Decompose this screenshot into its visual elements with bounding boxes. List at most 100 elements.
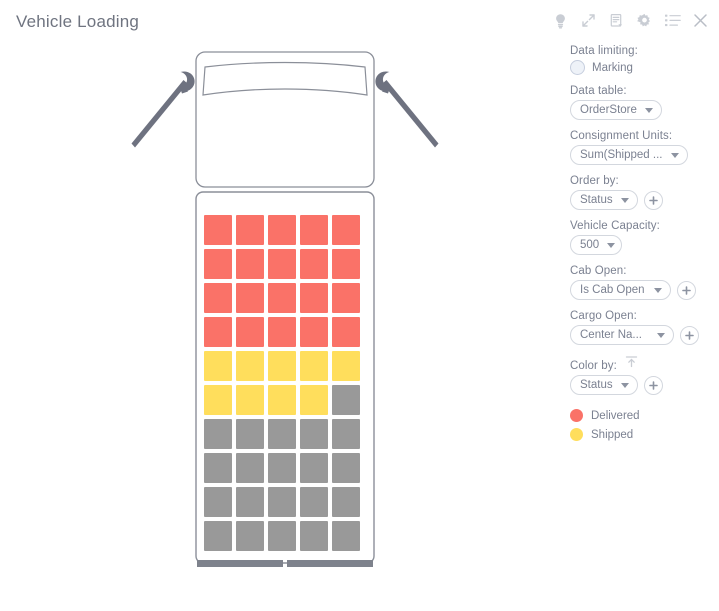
marking-radio-row[interactable]: Marking bbox=[570, 60, 719, 75]
consignment-units-label: Consignment Units: bbox=[570, 130, 673, 142]
cargo-open-group: Cargo Open: Center Na... bbox=[570, 310, 719, 345]
export-icon[interactable] bbox=[608, 12, 625, 29]
cargo-slot[interactable] bbox=[300, 317, 328, 347]
right-mirror-icon bbox=[375, 71, 439, 148]
cargo-open-dropdown[interactable]: Center Na... bbox=[570, 325, 674, 345]
cargo-slot[interactable] bbox=[204, 419, 232, 449]
cargo-slot[interactable] bbox=[268, 453, 296, 483]
cargo-slot[interactable] bbox=[300, 453, 328, 483]
cargo-slot[interactable] bbox=[236, 283, 264, 313]
cargo-open-label: Cargo Open: bbox=[570, 310, 637, 322]
list-icon[interactable] bbox=[664, 12, 681, 29]
cargo-slot[interactable] bbox=[300, 351, 328, 381]
cargo-slot[interactable] bbox=[332, 283, 360, 313]
cargo-slot[interactable] bbox=[300, 249, 328, 279]
cargo-slot[interactable] bbox=[268, 317, 296, 347]
cab-open-group: Cab Open: Is Cab Open bbox=[570, 265, 719, 300]
chevron-down-icon bbox=[657, 332, 665, 338]
cargo-slot[interactable] bbox=[332, 317, 360, 347]
cargo-slot[interactable] bbox=[300, 521, 328, 551]
cargo-slot[interactable] bbox=[236, 419, 264, 449]
cargo-slot[interactable] bbox=[268, 487, 296, 517]
cargo-slot[interactable] bbox=[236, 249, 264, 279]
vehicle-capacity-dropdown[interactable]: 500 bbox=[570, 235, 622, 255]
cargo-slot[interactable] bbox=[204, 215, 232, 245]
gear-icon[interactable] bbox=[636, 12, 653, 29]
legend-label: Shipped bbox=[591, 428, 634, 441]
cargo-slot[interactable] bbox=[300, 419, 328, 449]
cargo-slot[interactable] bbox=[300, 385, 328, 415]
cargo-slot[interactable] bbox=[332, 351, 360, 381]
cargo-slot-grid bbox=[204, 215, 360, 551]
cargo-slot[interactable] bbox=[332, 419, 360, 449]
cargo-slot[interactable] bbox=[268, 419, 296, 449]
cab-open-dropdown[interactable]: Is Cab Open bbox=[570, 280, 671, 300]
cargo-slot[interactable] bbox=[204, 385, 232, 415]
color-legend: Delivered Shipped bbox=[570, 409, 719, 441]
vehicle-capacity-group: Vehicle Capacity: 500 bbox=[570, 220, 719, 255]
vehicle-capacity-label: Vehicle Capacity: bbox=[570, 220, 660, 232]
cargo-slot[interactable] bbox=[268, 351, 296, 381]
add-cab-open-button[interactable] bbox=[677, 280, 696, 300]
chevron-down-icon bbox=[671, 152, 679, 158]
consignment-units-dropdown[interactable]: Sum(Shipped ... bbox=[570, 145, 688, 165]
cargo-slot[interactable] bbox=[300, 215, 328, 245]
cargo-slot[interactable] bbox=[236, 521, 264, 551]
cargo-slot[interactable] bbox=[236, 351, 264, 381]
lightbulb-icon[interactable] bbox=[552, 12, 569, 29]
legend-item[interactable]: Shipped bbox=[570, 428, 719, 441]
order-by-group: Order by: Status bbox=[570, 175, 719, 210]
cargo-slot[interactable] bbox=[204, 283, 232, 313]
order-by-dropdown[interactable]: Status bbox=[570, 190, 638, 210]
legend-label: Delivered bbox=[591, 409, 640, 422]
cargo-slot[interactable] bbox=[204, 487, 232, 517]
add-order-by-button[interactable] bbox=[643, 190, 663, 210]
cargo-slot[interactable] bbox=[268, 215, 296, 245]
color-by-dropdown[interactable]: Status bbox=[570, 375, 638, 395]
cargo-slot[interactable] bbox=[332, 521, 360, 551]
close-icon[interactable] bbox=[692, 12, 709, 29]
cargo-slot[interactable] bbox=[332, 215, 360, 245]
cargo-slot[interactable] bbox=[332, 453, 360, 483]
sort-ascending-icon[interactable] bbox=[625, 355, 638, 371]
cargo-slot[interactable] bbox=[300, 283, 328, 313]
marking-radio-button[interactable] bbox=[570, 60, 585, 75]
cargo-slot[interactable] bbox=[332, 249, 360, 279]
cargo-slot[interactable] bbox=[268, 385, 296, 415]
cargo-slot[interactable] bbox=[204, 351, 232, 381]
cargo-slot[interactable] bbox=[268, 283, 296, 313]
cargo-slot[interactable] bbox=[204, 521, 232, 551]
configuration-panel: Data limiting: Marking Data table: Order… bbox=[570, 45, 719, 447]
cargo-slot[interactable] bbox=[332, 385, 360, 415]
color-by-label: Color by: bbox=[570, 360, 617, 372]
cargo-slot[interactable] bbox=[332, 487, 360, 517]
data-limiting-label: Data limiting: bbox=[570, 45, 638, 57]
data-table-dropdown[interactable]: OrderStore bbox=[570, 100, 662, 120]
legend-color-swatch bbox=[570, 428, 583, 441]
cargo-slot[interactable] bbox=[236, 385, 264, 415]
add-cargo-open-button[interactable] bbox=[680, 325, 699, 345]
cargo-slot[interactable] bbox=[268, 249, 296, 279]
page-title: Vehicle Loading bbox=[16, 12, 140, 31]
cargo-slot[interactable] bbox=[236, 317, 264, 347]
cargo-slot[interactable] bbox=[204, 317, 232, 347]
cargo-slot[interactable] bbox=[268, 521, 296, 551]
cargo-slot[interactable] bbox=[204, 249, 232, 279]
cargo-slot[interactable] bbox=[300, 487, 328, 517]
marking-label: Marking bbox=[592, 61, 633, 74]
legend-color-swatch bbox=[570, 409, 583, 422]
cargo-slot[interactable] bbox=[236, 215, 264, 245]
vehicle-capacity-value: 500 bbox=[580, 239, 600, 251]
cab-open-label: Cab Open: bbox=[570, 265, 627, 277]
add-color-by-button[interactable] bbox=[643, 375, 663, 395]
cargo-slot[interactable] bbox=[236, 487, 264, 517]
maximize-icon[interactable] bbox=[580, 12, 597, 29]
cargo-slot[interactable] bbox=[204, 453, 232, 483]
order-by-label: Order by: bbox=[570, 175, 619, 187]
cargo-slot[interactable] bbox=[236, 453, 264, 483]
color-by-value: Status bbox=[580, 379, 613, 391]
left-mirror-icon bbox=[131, 71, 195, 148]
order-by-value: Status bbox=[580, 194, 613, 206]
toolbar bbox=[552, 12, 709, 29]
legend-item[interactable]: Delivered bbox=[570, 409, 719, 422]
